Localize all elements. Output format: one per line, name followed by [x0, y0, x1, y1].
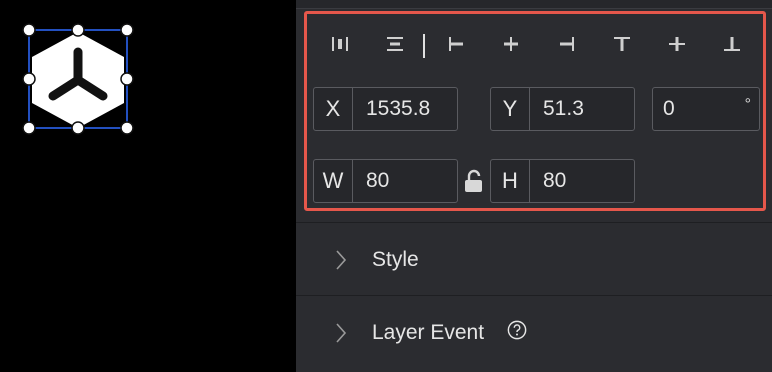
- align-right-icon[interactable]: [555, 34, 577, 54]
- resize-handle-bottom-left[interactable]: [22, 121, 36, 135]
- resize-handle-top-right[interactable]: [120, 23, 134, 37]
- style-section-title: Style: [372, 248, 419, 271]
- x-position-field[interactable]: X 1535.8: [313, 87, 458, 131]
- style-section-header[interactable]: Style: [296, 222, 772, 296]
- panel-top-divider: [296, 0, 772, 9]
- x-label: X: [314, 88, 353, 130]
- w-label: W: [314, 160, 353, 202]
- h-value[interactable]: 80: [543, 160, 566, 202]
- layer-event-section-title: Layer Event: [372, 321, 485, 344]
- toolbar-separator: [419, 34, 429, 58]
- rotation-field[interactable]: 0 °: [652, 87, 760, 131]
- resize-handle-top-left[interactable]: [22, 23, 36, 37]
- resize-handle-left[interactable]: [22, 72, 36, 86]
- align-center-horizontal-icon[interactable]: [500, 34, 522, 54]
- chevron-right-icon: [336, 250, 347, 270]
- distribute-horizontal-icon[interactable]: [329, 34, 351, 54]
- y-position-field[interactable]: Y 51.3: [490, 87, 635, 131]
- unlock-icon[interactable]: [463, 168, 485, 194]
- width-field[interactable]: W 80: [313, 159, 458, 203]
- chevron-right-icon: [336, 323, 347, 343]
- rotation-value[interactable]: 0: [663, 88, 675, 130]
- distribute-vertical-icon[interactable]: [384, 34, 406, 54]
- resize-handle-bottom[interactable]: [71, 121, 85, 135]
- align-bottom-icon[interactable]: [721, 34, 743, 54]
- rotation-unit: °: [744, 96, 751, 113]
- align-top-icon[interactable]: [611, 34, 633, 54]
- help-circle-icon[interactable]: [507, 320, 527, 340]
- resize-handle-bottom-right[interactable]: [120, 121, 134, 135]
- h-label: H: [491, 160, 530, 202]
- y-label: Y: [491, 88, 530, 130]
- height-field[interactable]: H 80: [490, 159, 635, 203]
- canvas-area[interactable]: [0, 0, 296, 372]
- align-left-icon[interactable]: [446, 34, 468, 54]
- layer-event-section-header[interactable]: Layer Event: [296, 295, 772, 372]
- align-middle-vertical-icon[interactable]: [666, 34, 688, 54]
- x-value[interactable]: 1535.8: [366, 88, 430, 130]
- resize-handle-right[interactable]: [120, 72, 134, 86]
- w-value[interactable]: 80: [366, 160, 389, 202]
- hexagon-component[interactable]: [32, 32, 124, 128]
- y-value[interactable]: 51.3: [543, 88, 584, 130]
- resize-handle-top[interactable]: [71, 23, 85, 37]
